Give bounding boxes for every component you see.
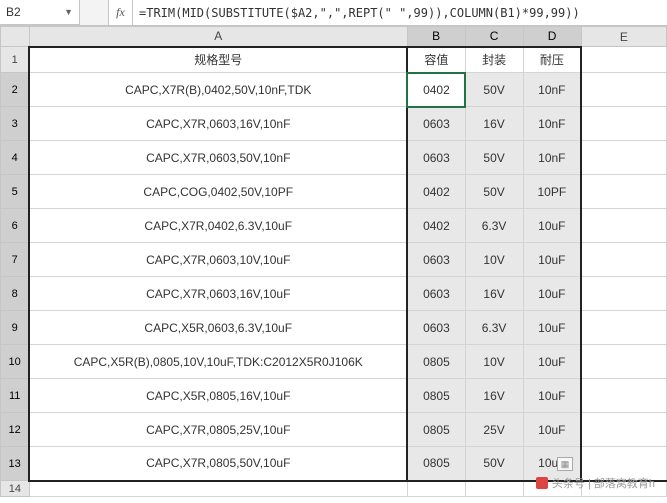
cell-C4[interactable]: 50V bbox=[465, 141, 523, 175]
cell-E13[interactable] bbox=[581, 447, 666, 481]
row-header-4[interactable]: 4 bbox=[1, 141, 30, 175]
row-header-13[interactable]: 13 bbox=[1, 447, 30, 481]
spreadsheet-grid[interactable]: A B C D E 1 规格型号 容值 封装 耐压 2 CAPC,X7R(B),… bbox=[0, 26, 667, 497]
cell-B14[interactable] bbox=[407, 481, 465, 497]
cell-E4[interactable] bbox=[581, 141, 666, 175]
col-header-A[interactable]: A bbox=[29, 27, 407, 47]
cell-A12[interactable]: CAPC,X7R,0805,25V,10uF bbox=[29, 413, 407, 447]
row-header-8[interactable]: 8 bbox=[1, 277, 30, 311]
cell-D3[interactable]: 10nF bbox=[523, 107, 581, 141]
cell-D10[interactable]: 10uF bbox=[523, 345, 581, 379]
cell-A1[interactable]: 规格型号 bbox=[29, 47, 407, 73]
cell-A9[interactable]: CAPC,X5R,0603,6.3V,10uF bbox=[29, 311, 407, 345]
cell-C14[interactable] bbox=[465, 481, 523, 497]
name-box[interactable]: B2 ▼ bbox=[0, 0, 80, 25]
cell-E10[interactable] bbox=[581, 345, 666, 379]
cell-D8[interactable]: 10uF bbox=[523, 277, 581, 311]
cell-B11[interactable]: 0805 bbox=[407, 379, 465, 413]
cell-C5[interactable]: 50V bbox=[465, 175, 523, 209]
cell-B3[interactable]: 0603 bbox=[407, 107, 465, 141]
chevron-down-icon[interactable]: ▼ bbox=[64, 7, 73, 17]
row-header-14[interactable]: 14 bbox=[1, 481, 30, 497]
cell-E14[interactable] bbox=[581, 481, 666, 497]
cell-E6[interactable] bbox=[581, 209, 666, 243]
cell-D5[interactable]: 10PF bbox=[523, 175, 581, 209]
cell-D12[interactable]: 10uF bbox=[523, 413, 581, 447]
cell-D14[interactable] bbox=[523, 481, 581, 497]
col-header-C[interactable]: C bbox=[465, 27, 523, 47]
cell-A8[interactable]: CAPC,X7R,0603,16V,10uF bbox=[29, 277, 407, 311]
cell-B5[interactable]: 0402 bbox=[407, 175, 465, 209]
cell-D9[interactable]: 10uF bbox=[523, 311, 581, 345]
cell-E8[interactable] bbox=[581, 277, 666, 311]
row-header-3[interactable]: 3 bbox=[1, 107, 30, 141]
row-header-2[interactable]: 2 bbox=[1, 73, 30, 107]
row-header-11[interactable]: 11 bbox=[1, 379, 30, 413]
cell-A13[interactable]: CAPC,X7R,0805,50V,10uF bbox=[29, 447, 407, 481]
cell-D1[interactable]: 耐压 bbox=[523, 47, 581, 73]
cell-D4[interactable]: 10nF bbox=[523, 141, 581, 175]
cell-E11[interactable] bbox=[581, 379, 666, 413]
cell-A4[interactable]: CAPC,X7R,0603,50V,10nF bbox=[29, 141, 407, 175]
cell-E12[interactable] bbox=[581, 413, 666, 447]
cell-C6[interactable]: 6.3V bbox=[465, 209, 523, 243]
row-header-6[interactable]: 6 bbox=[1, 209, 30, 243]
cell-C12[interactable]: 25V bbox=[465, 413, 523, 447]
col-header-D[interactable]: D bbox=[523, 27, 581, 47]
cell-B8[interactable]: 0603 bbox=[407, 277, 465, 311]
cell-D11[interactable]: 10uF bbox=[523, 379, 581, 413]
cell-D2[interactable]: 10nF bbox=[523, 73, 581, 107]
cell-B1[interactable]: 容值 bbox=[407, 47, 465, 73]
formula-bar-spacer bbox=[80, 0, 108, 25]
cell-C7[interactable]: 10V bbox=[465, 243, 523, 277]
cell-B9[interactable]: 0603 bbox=[407, 311, 465, 345]
cell-C2[interactable]: 50V bbox=[465, 73, 523, 107]
select-all-corner[interactable] bbox=[1, 27, 30, 47]
cell-B6[interactable]: 0402 bbox=[407, 209, 465, 243]
cell-C3[interactable]: 16V bbox=[465, 107, 523, 141]
cell-B7[interactable]: 0603 bbox=[407, 243, 465, 277]
col-header-E[interactable]: E bbox=[581, 27, 666, 47]
autofill-options-icon[interactable]: ▦ bbox=[557, 457, 573, 471]
cell-C9[interactable]: 6.3V bbox=[465, 311, 523, 345]
cell-B13[interactable]: 0805 bbox=[407, 447, 465, 481]
cell-C1[interactable]: 封装 bbox=[465, 47, 523, 73]
col-header-B[interactable]: B bbox=[407, 27, 465, 47]
cell-A11[interactable]: CAPC,X5R,0805,16V,10uF bbox=[29, 379, 407, 413]
cell-C11[interactable]: 16V bbox=[465, 379, 523, 413]
row-header-12[interactable]: 12 bbox=[1, 413, 30, 447]
fx-button[interactable]: fx bbox=[108, 0, 132, 25]
cell-B2[interactable]: 0402 bbox=[407, 73, 465, 107]
row-header-1[interactable]: 1 bbox=[1, 47, 30, 73]
cell-E9[interactable] bbox=[581, 311, 666, 345]
row-header-5[interactable]: 5 bbox=[1, 175, 30, 209]
row-header-7[interactable]: 7 bbox=[1, 243, 30, 277]
cell-D6[interactable]: 10uF bbox=[523, 209, 581, 243]
formula-input[interactable]: =TRIM(MID(SUBSTITUTE($A2,",",REPT(" ",99… bbox=[132, 0, 667, 25]
name-box-value: B2 bbox=[6, 5, 21, 19]
cell-A5[interactable]: CAPC,COG,0402,50V,10PF bbox=[29, 175, 407, 209]
cell-C13[interactable]: 50V bbox=[465, 447, 523, 481]
cell-D7[interactable]: 10uF bbox=[523, 243, 581, 277]
cell-E2[interactable] bbox=[581, 73, 666, 107]
cell-A10[interactable]: CAPC,X5R(B),0805,10V,10uF,TDK:C2012X5R0J… bbox=[29, 345, 407, 379]
cell-E1[interactable] bbox=[581, 47, 666, 73]
cell-A6[interactable]: CAPC,X7R,0402,6.3V,10uF bbox=[29, 209, 407, 243]
row-header-9[interactable]: 9 bbox=[1, 311, 30, 345]
cell-B12[interactable]: 0805 bbox=[407, 413, 465, 447]
cell-A3[interactable]: CAPC,X7R,0603,16V,10nF bbox=[29, 107, 407, 141]
formula-bar: B2 ▼ fx =TRIM(MID(SUBSTITUTE($A2,",",REP… bbox=[0, 0, 667, 26]
row-header-10[interactable]: 10 bbox=[1, 345, 30, 379]
cell-A14[interactable] bbox=[29, 481, 407, 497]
cell-E7[interactable] bbox=[581, 243, 666, 277]
cell-B4[interactable]: 0603 bbox=[407, 141, 465, 175]
cell-A7[interactable]: CAPC,X7R,0603,10V,10uF bbox=[29, 243, 407, 277]
cell-E3[interactable] bbox=[581, 107, 666, 141]
cell-E5[interactable] bbox=[581, 175, 666, 209]
cell-B10[interactable]: 0805 bbox=[407, 345, 465, 379]
cell-A2[interactable]: CAPC,X7R(B),0402,50V,10nF,TDK bbox=[29, 73, 407, 107]
cell-C8[interactable]: 16V bbox=[465, 277, 523, 311]
cell-C10[interactable]: 10V bbox=[465, 345, 523, 379]
